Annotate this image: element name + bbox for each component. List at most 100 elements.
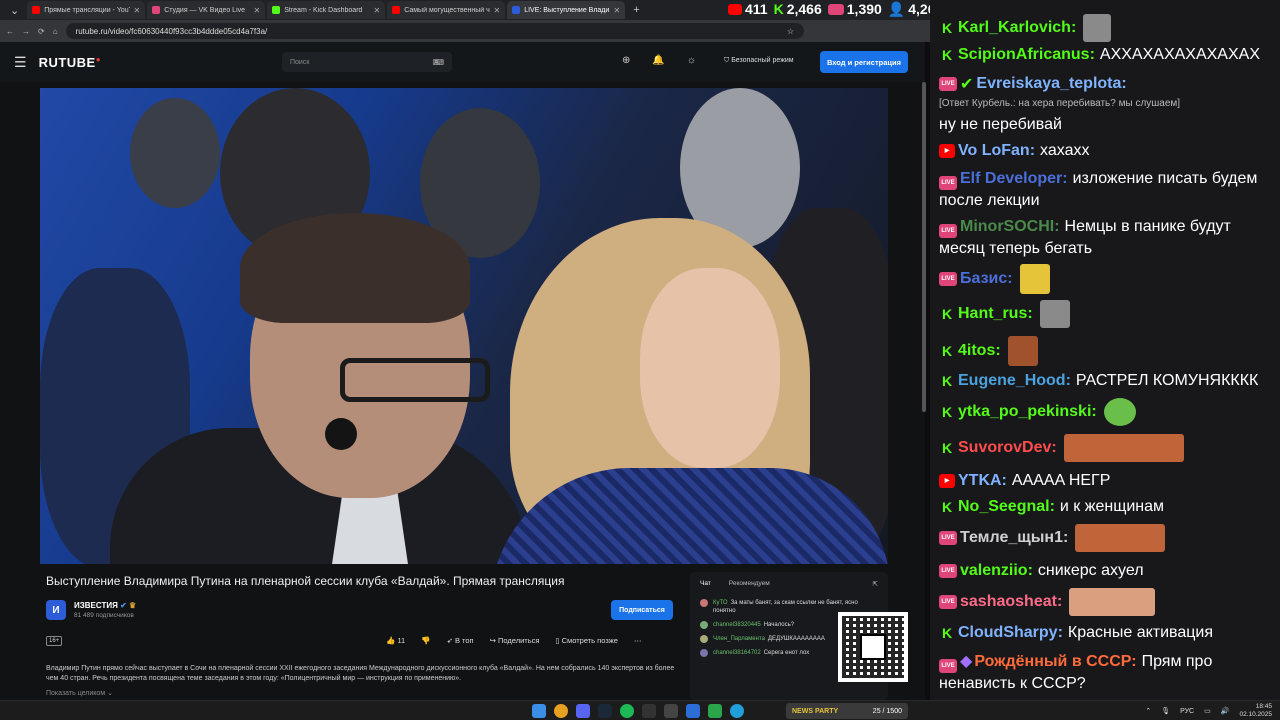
discord-icon[interactable] <box>576 704 590 718</box>
login-button[interactable]: Вход и регистрация <box>820 51 908 73</box>
bell-icon[interactable]: 🔔 <box>652 55 664 66</box>
language-indicator[interactable]: РУС <box>1180 708 1194 715</box>
scrollbar[interactable] <box>922 82 926 412</box>
chat-text: и к женщинам <box>1059 498 1165 515</box>
like-button[interactable]: 👍 11 <box>386 636 405 645</box>
thumbs-up-icon: 👍 <box>386 636 398 645</box>
network-icon[interactable]: ▭ <box>1204 707 1211 715</box>
kick-icon: K <box>939 48 955 62</box>
home-icon[interactable]: ⌂ <box>53 27 58 36</box>
tab-chat[interactable]: Чат <box>700 580 711 588</box>
vk-live-icon <box>827 3 844 15</box>
emote-image <box>1007 336 1038 366</box>
forward-icon[interactable]: → <box>22 27 30 36</box>
verified-icon: ✔ <box>120 601 127 610</box>
chat-message: LIVE Elf Developer: изложение писать будем… <box>939 168 1274 211</box>
kick-icon: K <box>939 344 955 358</box>
channel-avatar[interactable]: И <box>46 600 66 620</box>
close-icon[interactable]: ✕ <box>374 6 381 15</box>
tab-youtube-2[interactable]: Самый могущественный чел ✕ <box>387 1 506 19</box>
upload-icon[interactable]: ⊕ <box>622 55 630 66</box>
start-icon[interactable] <box>532 704 546 718</box>
reload-icon[interactable]: ⟳ <box>38 27 45 36</box>
obs-icon[interactable] <box>642 704 656 718</box>
news-party-widget[interactable]: NEWS PARTY 25 / 1500 <box>786 703 908 719</box>
rutube-logo[interactable]: RUTUBE● <box>39 55 102 70</box>
chevron-up-icon[interactable]: ⌃ <box>1145 707 1151 715</box>
telegram-icon[interactable] <box>730 704 744 718</box>
close-icon[interactable]: ✕ <box>254 6 261 15</box>
kick-icon: K <box>939 405 955 419</box>
video-player[interactable] <box>40 88 888 564</box>
like-count: 11 <box>397 636 406 645</box>
chat-text: сникерс ахуел <box>1037 562 1144 579</box>
vk-live-icon: LIVE <box>939 77 957 91</box>
kick-count: 2,466 <box>786 1 822 17</box>
chat-reply-note: [Ответ Курбель.: на хера перебивать? мы … <box>939 98 1181 109</box>
emote-image <box>1039 300 1070 328</box>
volume-icon[interactable]: 🔊 <box>1221 707 1230 715</box>
tab-rutube[interactable]: LIVE: Выступление Влади... ✕ <box>507 1 626 19</box>
spotify-icon[interactable] <box>620 704 634 718</box>
close-icon[interactable]: ✕ <box>134 6 141 15</box>
clock-date: 02.10.2025 <box>1239 711 1272 718</box>
age-badge: 16+ <box>46 636 63 646</box>
emote-image <box>1069 588 1156 616</box>
safe-mode-toggle[interactable]: ⛉ Безопасный режим <box>724 57 794 65</box>
steam-icon[interactable] <box>598 704 612 718</box>
clock[interactable]: 18:45 02.10.2025 <box>1239 703 1272 719</box>
close-icon[interactable]: ✕ <box>614 6 621 15</box>
more-icon[interactable]: ⋯ <box>634 636 642 645</box>
theme-icon[interactable]: ☼ <box>687 55 696 66</box>
chat-username: channel38320445 <box>713 622 761 628</box>
app-icon[interactable] <box>708 704 722 718</box>
app-icon[interactable] <box>686 704 700 718</box>
tab-recommended[interactable]: Рекомендуем <box>729 580 770 588</box>
new-tab-icon[interactable]: + <box>627 4 645 16</box>
channel-name[interactable]: ИЗВЕСТИЯ ✔ ♛ <box>74 601 136 610</box>
watch-later-label: Смотреть позже <box>561 636 618 645</box>
show-more-link[interactable]: Показать целиком ⌄ <box>46 689 113 697</box>
kick-icon: K <box>939 500 955 514</box>
tab-vk[interactable]: Студия — VK Видео Live ✕ <box>147 1 266 19</box>
close-icon[interactable]: ✕ <box>494 6 501 15</box>
emote-image <box>1075 524 1166 552</box>
popout-icon[interactable]: ⇱ <box>873 580 878 588</box>
chat-username: Vo LoFan: <box>958 142 1036 159</box>
youtube-icon <box>392 6 401 14</box>
url-field[interactable]: rutube.ru/video/fc60630440f93cc3b4ddde05… <box>65 23 804 39</box>
back-icon[interactable]: ← <box>6 27 14 36</box>
menu-icon[interactable]: ☰ <box>14 54 27 71</box>
chrome-icon[interactable] <box>554 704 568 718</box>
share-button[interactable]: ↪ Поделиться <box>490 636 540 645</box>
glasses <box>340 358 490 402</box>
bookmark-star-icon[interactable]: ☆ <box>787 27 794 36</box>
logo-dot-icon: ● <box>95 54 102 64</box>
youtube-icon <box>32 6 41 14</box>
woman-face <box>640 268 780 468</box>
chat-text: ДЕДУШКАААААААА <box>767 636 825 642</box>
search-icon[interactable]: ⌕ <box>434 56 439 67</box>
rocket-icon: ➶ <box>446 636 455 645</box>
tab-kick[interactable]: Stream - Kick Dashboard ✕ <box>267 1 386 19</box>
watch-later-button[interactable]: ▯ Смотреть позже <box>555 636 618 645</box>
video-actions: 👍 11 👎 ➶ В топ ↪ Поделиться ▯ Смотреть п… <box>386 636 641 645</box>
chat-message: K Hant_rus: <box>939 300 1070 328</box>
viewer-stats: 411 K 2,466 1,390 👤 4,267 <box>728 0 943 18</box>
dislike-icon[interactable]: 👎 <box>421 636 430 645</box>
chat-username: Темле_щын1: <box>960 529 1069 546</box>
chat-username: Рождённый в СССР: <box>974 653 1137 670</box>
tab-label: Прямые трансляции - YouTube <box>44 6 129 14</box>
avatar <box>700 649 708 657</box>
chat-username: Член_Парламента <box>713 636 765 642</box>
mic-icon[interactable]: 🎙 <box>1161 707 1170 715</box>
subscribe-button[interactable]: Подписаться <box>611 600 673 620</box>
chat-username: sashaosheat: <box>960 593 1063 610</box>
tab-list-icon[interactable]: ⌄ <box>4 4 25 17</box>
audience-figure <box>130 98 220 208</box>
tab-youtube[interactable]: Прямые трансляции - YouTube ✕ <box>27 1 146 19</box>
top-button[interactable]: ➶ В топ <box>447 636 474 645</box>
kick-icon: K <box>773 1 784 17</box>
search-input[interactable]: Поиск ⌨ <box>282 52 452 72</box>
app-icon[interactable] <box>664 704 678 718</box>
